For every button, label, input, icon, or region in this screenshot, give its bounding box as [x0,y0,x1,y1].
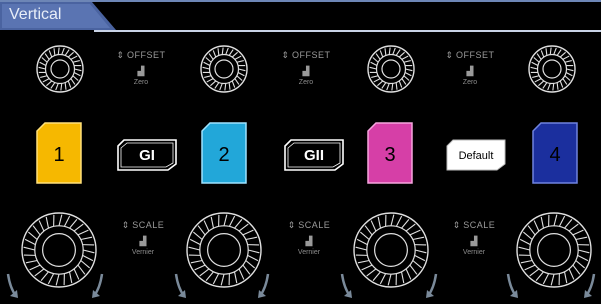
press-button-icon: ▟ [466,66,474,76]
press-button-icon: ▟ [137,66,145,76]
g2-label: GII [303,147,324,164]
up-down-arrows-icon: ⇕ [452,220,461,230]
rotate-arrow-icon [258,273,270,298]
scale-control-label: ⇕ SCALE ▟ Vernier [439,220,509,256]
rotate-arrow-icon [584,273,596,298]
press-button-icon: ▟ [470,236,478,246]
ch3-offset-knob[interactable] [366,44,416,94]
channel-3-label: 3 [384,144,396,166]
scale-control-label: ⇕ SCALE ▟ Vernier [108,220,178,256]
press-button-icon: ▟ [139,236,147,246]
press-button-icon: ▟ [302,66,310,76]
scale-control-label: ⇕ SCALE ▟ Vernier [274,220,344,256]
ch2-offset-knob[interactable] [199,44,249,94]
up-down-arrows-icon: ⇕ [116,50,125,60]
up-down-arrows-icon: ⇕ [121,220,130,230]
default-label: Default [458,150,494,162]
rotate-arrow-icon [6,273,18,298]
offset-control-label: ⇕ OFFSET ▟ Zero [432,50,508,86]
ch1-offset-knob[interactable] [35,44,85,94]
press-button-icon: ▟ [305,236,313,246]
rotate-arrow-icon [340,273,352,298]
channel-2-label: 2 [218,144,230,166]
default-button[interactable]: Default [445,138,507,172]
ch3-scale-knob[interactable] [352,211,430,289]
rotate-arrow-icon [92,273,104,298]
vertical-panel: Vertical ⇕ OFFSET ▟ Zero ⇕ OFFSET ▟ Zero ⇕… [0,0,601,304]
tab-underline [94,30,601,32]
offset-control-label: ⇕ OFFSET ▟ Zero [103,50,179,86]
offset-control-label: ⇕ OFFSET ▟ Zero [268,50,344,86]
up-down-arrows-icon: ⇕ [445,50,454,60]
rotate-arrow-icon [506,273,518,298]
channel-1-label: 1 [53,144,65,166]
ch4-offset-knob[interactable] [527,44,577,94]
channel-4-label: 4 [549,144,561,166]
rotate-arrow-icon [426,273,438,298]
panel-title: Vertical [9,6,62,23]
up-down-arrows-icon: ⇕ [287,220,296,230]
g1-label: GI [139,147,155,164]
rotate-arrow-icon [174,273,186,298]
up-down-arrows-icon: ⇕ [281,50,290,60]
